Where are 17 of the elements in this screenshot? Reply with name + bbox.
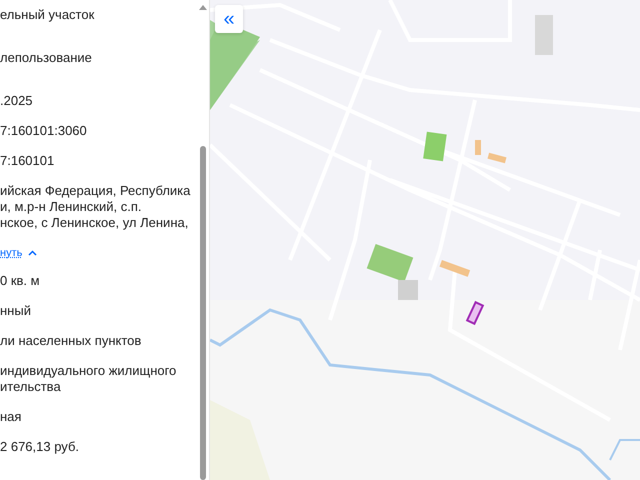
collapse-link[interactable]: нуть (0, 245, 22, 261)
property-value: ная (0, 409, 22, 425)
scrollbar-thumb[interactable] (200, 146, 206, 480)
property-value: индивидуального жилищного ительства (0, 363, 178, 395)
property-value: 7:160101:3060 (0, 123, 88, 139)
property-value: 7:160101 (0, 153, 56, 169)
property-value: ли населенных пунктов (0, 333, 142, 349)
caret-up-icon[interactable] (28, 250, 38, 256)
map-drawing[interactable] (210, 0, 640, 480)
property-value: 2 676,13 руб. (0, 439, 80, 455)
property-value: 0 кв. м (0, 273, 41, 289)
property-value: нный (0, 303, 32, 319)
collapse-panel-button[interactable]: « (215, 5, 243, 33)
property-value: ельный участок (0, 7, 96, 23)
property-value: .2025 (0, 93, 34, 109)
property-value: ийская Федерация, Республика и, м.р-н Ленинский, с.п. нское, с Ленинское, ул Ленина, (0, 183, 192, 231)
property-value: лепользование (0, 50, 93, 66)
